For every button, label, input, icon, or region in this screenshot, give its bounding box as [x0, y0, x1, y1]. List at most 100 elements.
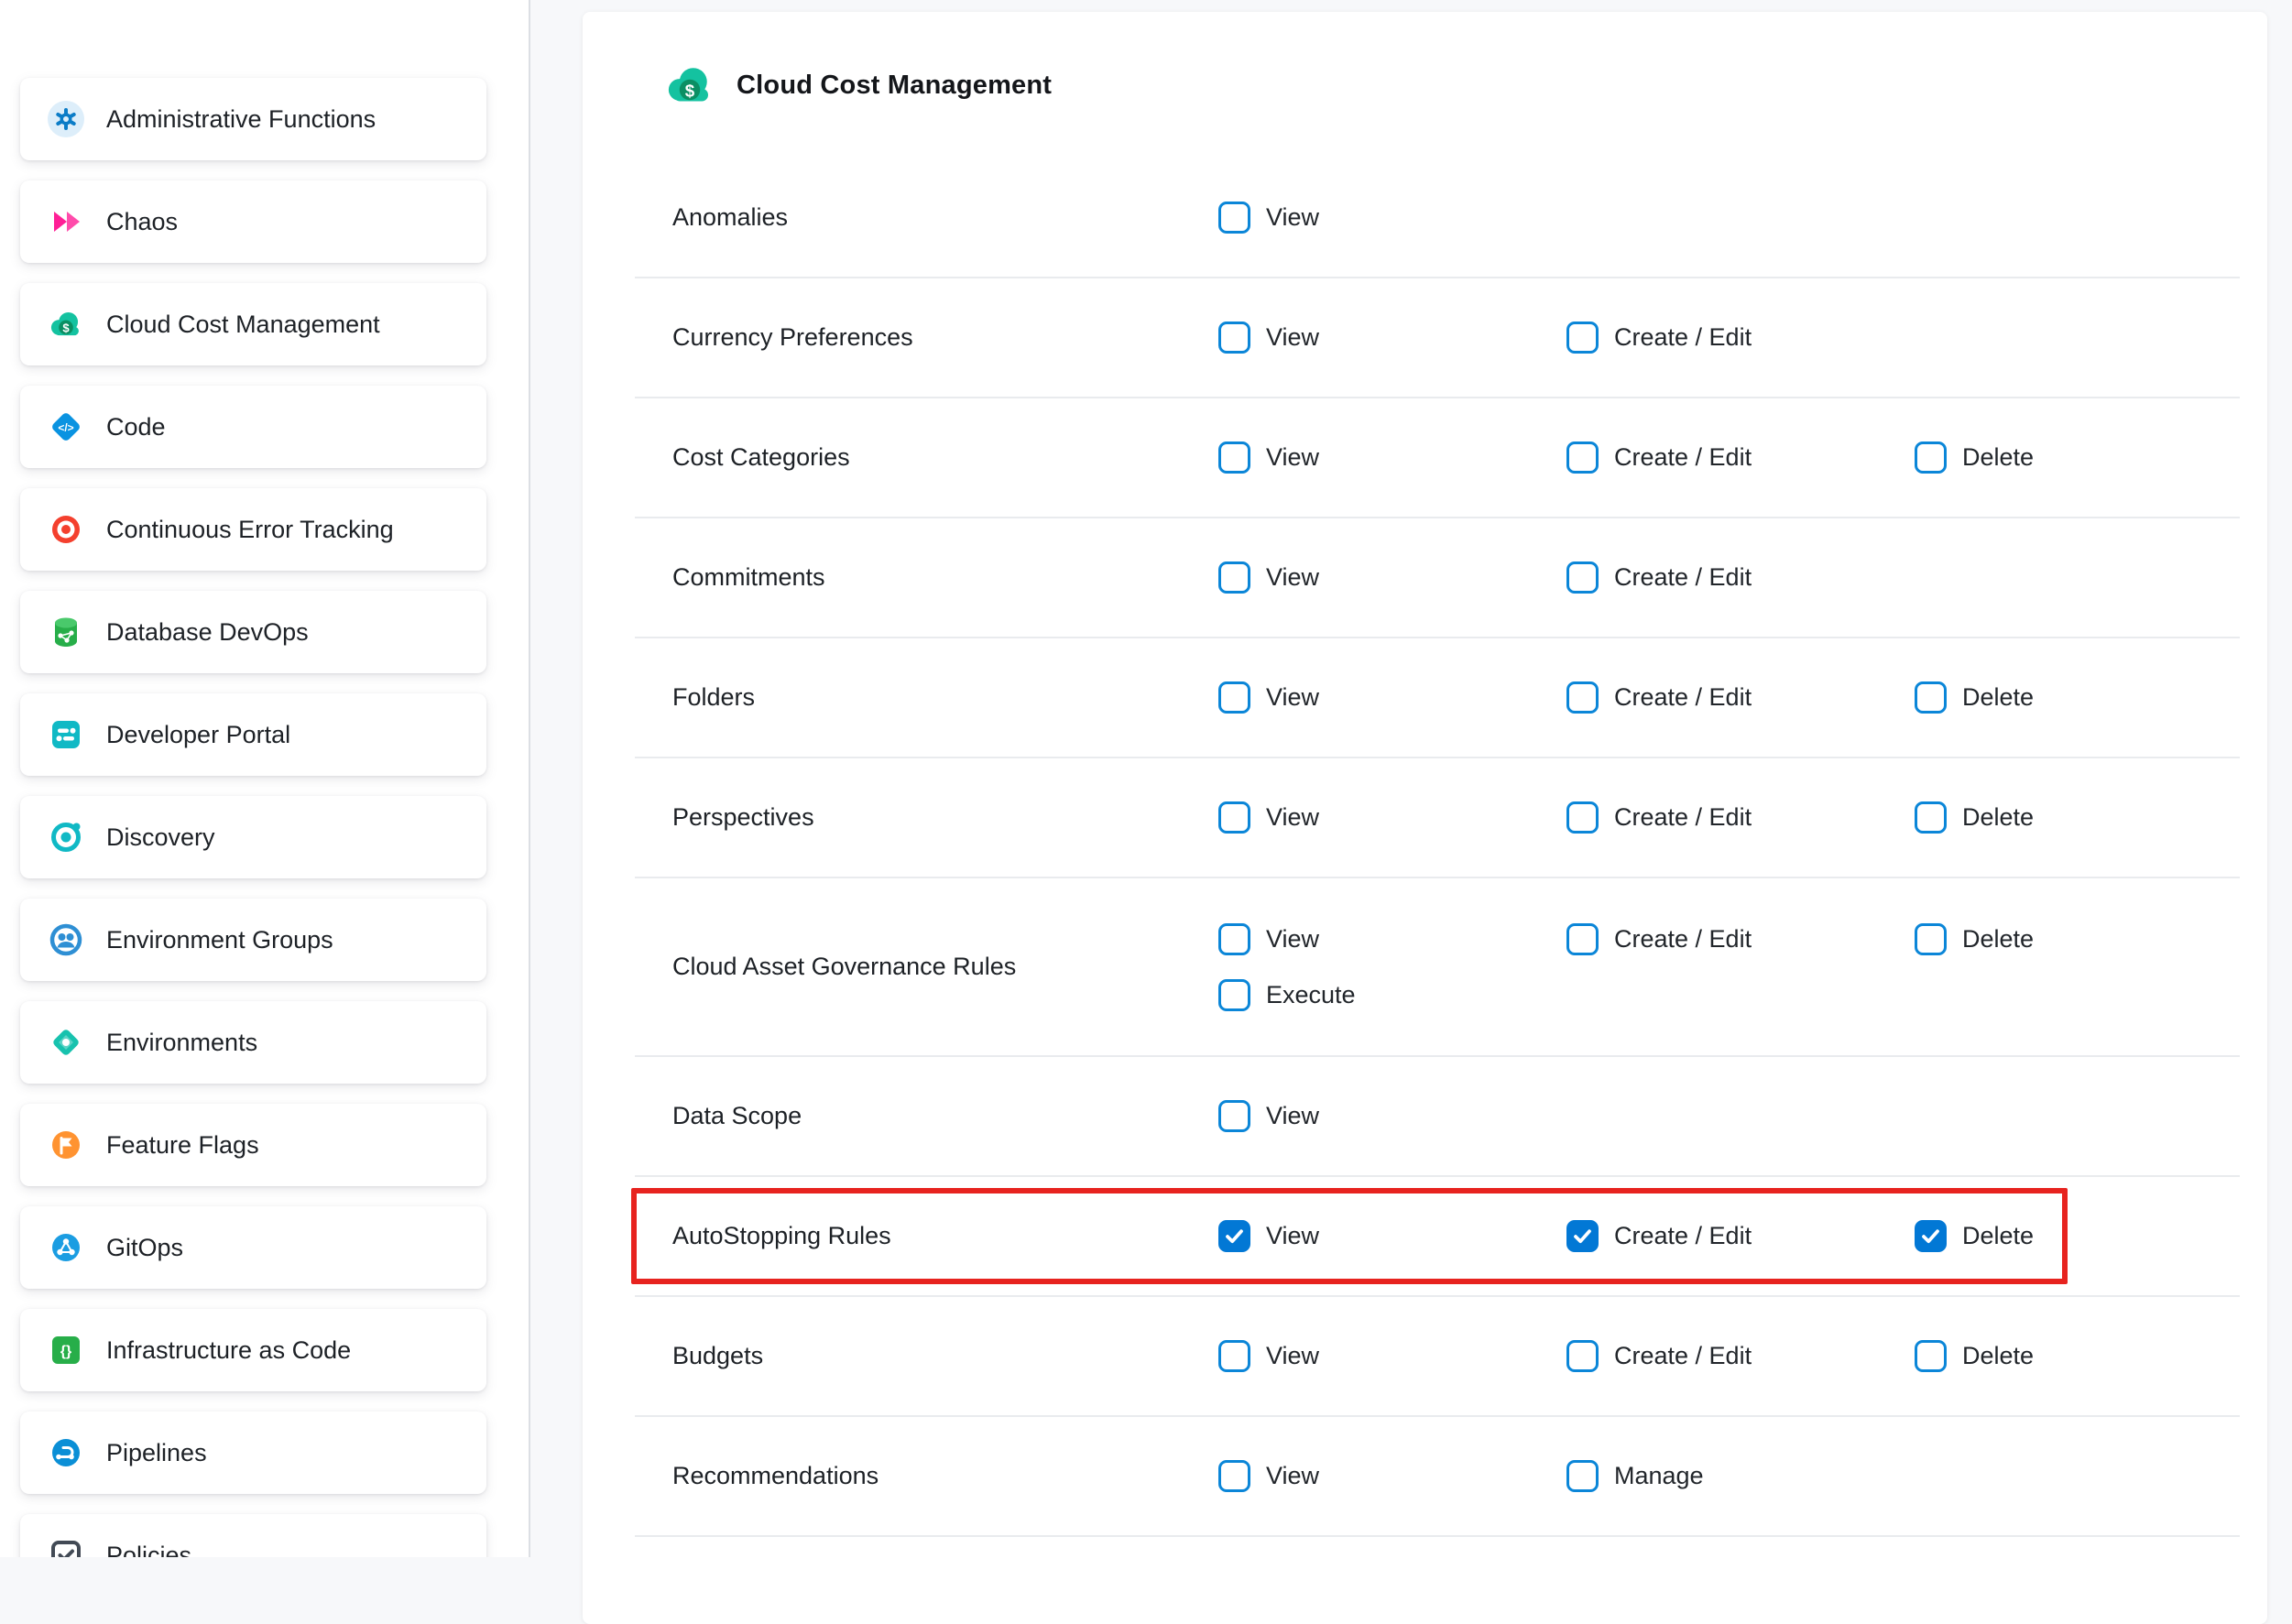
- permission-budgets-create-edit[interactable]: Create / Edit: [1566, 1340, 1915, 1372]
- unchecked-checkbox[interactable]: [1915, 923, 1947, 955]
- permission-row-data-scope: Data ScopeView: [635, 1057, 2240, 1177]
- permission-data-scope-view[interactable]: View: [1218, 1100, 1319, 1132]
- sidebar-item-discovery[interactable]: Discovery: [20, 796, 486, 878]
- unchecked-checkbox[interactable]: [1218, 979, 1250, 1011]
- unchecked-checkbox[interactable]: [1566, 801, 1599, 834]
- permission-currency-preferences-view[interactable]: View: [1218, 322, 1566, 354]
- sidebar-item-database-devops[interactable]: Database DevOps: [20, 591, 486, 673]
- sidebar-item-policies[interactable]: Policies: [20, 1514, 486, 1557]
- permission-autostopping-rules-delete[interactable]: Delete: [1915, 1220, 2034, 1252]
- unchecked-checkbox[interactable]: [1566, 923, 1599, 955]
- permission-commitments-view[interactable]: View: [1218, 561, 1566, 594]
- sidebar-item-feature-flags[interactable]: Feature Flags: [20, 1104, 486, 1186]
- checked-checkbox[interactable]: [1218, 1220, 1250, 1252]
- permission-autostopping-rules-create-edit[interactable]: Create / Edit: [1566, 1220, 1915, 1252]
- unchecked-checkbox[interactable]: [1218, 681, 1250, 714]
- checked-checkbox[interactable]: [1915, 1220, 1947, 1252]
- checkbox-label: View: [1266, 1222, 1319, 1250]
- permission-recommendations-view[interactable]: View: [1218, 1460, 1566, 1492]
- permission-options: ViewCreate / EditDelete: [1218, 801, 2034, 834]
- svg-text:$: $: [685, 81, 695, 100]
- checkbox-label: View: [1266, 323, 1319, 352]
- checkbox-label: Create / Edit: [1614, 1342, 1752, 1370]
- permission-line: View: [1218, 202, 1319, 234]
- unchecked-checkbox[interactable]: [1218, 1100, 1250, 1132]
- unchecked-checkbox[interactable]: [1915, 801, 1947, 834]
- permission-cloud-asset-governance-rules-view[interactable]: View: [1218, 923, 1566, 955]
- permission-options: View: [1218, 202, 1319, 234]
- sidebar-item-label: Continuous Error Tracking: [106, 516, 394, 544]
- sidebar-item-administrative-functions[interactable]: Administrative Functions: [20, 78, 486, 160]
- permission-recommendations-manage[interactable]: Manage: [1566, 1460, 1704, 1492]
- content-area: $ Cloud Cost Management AnomaliesViewCur…: [530, 0, 2292, 1557]
- permission-perspectives-create-edit[interactable]: Create / Edit: [1566, 801, 1915, 834]
- cloud-dollar-icon: $: [48, 306, 84, 343]
- unchecked-checkbox[interactable]: [1218, 561, 1250, 594]
- permission-folders-delete[interactable]: Delete: [1915, 681, 2034, 714]
- unchecked-checkbox[interactable]: [1218, 322, 1250, 354]
- gitops-icon: [48, 1229, 84, 1266]
- permission-row-folders: FoldersViewCreate / Edit Delete: [635, 638, 2240, 758]
- checked-checkbox[interactable]: [1566, 1220, 1599, 1252]
- permission-budgets-delete[interactable]: Delete: [1915, 1340, 2034, 1372]
- resource-label: Folders: [672, 683, 1218, 712]
- permission-perspectives-view[interactable]: View: [1218, 801, 1566, 834]
- unchecked-checkbox[interactable]: [1566, 561, 1599, 594]
- permission-cloud-asset-governance-rules-execute[interactable]: Execute: [1218, 979, 1356, 1011]
- sidebar-item-cloud-cost-management[interactable]: $Cloud Cost Management: [20, 283, 486, 365]
- permission-budgets-view[interactable]: View: [1218, 1340, 1566, 1372]
- resource-label: Anomalies: [672, 203, 1218, 232]
- permission-options: ViewCreate / Edit Delete: [1218, 681, 2034, 714]
- sidebar-item-continuous-error-tracking[interactable]: Continuous Error Tracking: [20, 488, 486, 571]
- permission-row-cloud-asset-governance-rules: Cloud Asset Governance RulesViewCreate /…: [635, 878, 2240, 1057]
- resource-label: Cost Categories: [672, 443, 1218, 472]
- sidebar-item-gitops[interactable]: GitOps: [20, 1206, 486, 1289]
- sidebar-item-infrastructure-as-code[interactable]: {} Infrastructure as Code: [20, 1309, 486, 1391]
- unchecked-checkbox[interactable]: [1218, 1340, 1250, 1372]
- panel-header: $ Cloud Cost Management: [583, 12, 2267, 158]
- permission-cost-categories-view[interactable]: View: [1218, 441, 1566, 474]
- permission-options: View Create / Edit Delete: [1218, 1340, 2034, 1372]
- unchecked-checkbox[interactable]: [1915, 1340, 1947, 1372]
- policy-check-icon: [48, 1537, 84, 1557]
- permission-perspectives-delete[interactable]: Delete: [1915, 801, 2034, 834]
- unchecked-checkbox[interactable]: [1566, 1340, 1599, 1372]
- permission-cloud-asset-governance-rules-create-edit[interactable]: Create / Edit: [1566, 923, 1915, 955]
- sidebar-item-developer-portal[interactable]: Developer Portal: [20, 693, 486, 776]
- sidebar-item-label: Feature Flags: [106, 1131, 259, 1160]
- sidebar-item-environments[interactable]: Environments: [20, 1001, 486, 1084]
- unchecked-checkbox[interactable]: [1218, 441, 1250, 474]
- resource-label: Budgets: [672, 1342, 1218, 1370]
- unchecked-checkbox[interactable]: [1218, 202, 1250, 234]
- unchecked-checkbox[interactable]: [1566, 322, 1599, 354]
- unchecked-checkbox[interactable]: [1566, 1460, 1599, 1492]
- permission-folders-view[interactable]: View: [1218, 681, 1566, 714]
- sidebar-item-label: GitOps: [106, 1234, 183, 1262]
- sidebar-item-chaos[interactable]: Chaos: [20, 180, 486, 263]
- checkbox-label: Delete: [1962, 683, 2034, 712]
- unchecked-checkbox[interactable]: [1915, 681, 1947, 714]
- permission-commitments-create-edit[interactable]: Create / Edit: [1566, 561, 1752, 594]
- unchecked-checkbox[interactable]: [1566, 681, 1599, 714]
- sidebar-item-pipelines[interactable]: Pipelines: [20, 1411, 486, 1494]
- permission-options: ViewCreate / EditDelete Execute: [1218, 923, 2034, 1011]
- permission-line: ViewCreate / Edit Delete: [1218, 441, 2034, 474]
- permission-cost-categories-create-edit[interactable]: Create / Edit: [1566, 441, 1915, 474]
- unchecked-checkbox[interactable]: [1218, 1460, 1250, 1492]
- permission-folders-create-edit[interactable]: Create / Edit: [1566, 681, 1915, 714]
- unchecked-checkbox[interactable]: [1915, 441, 1947, 474]
- permission-cloud-asset-governance-rules-delete[interactable]: Delete: [1915, 923, 2034, 955]
- unchecked-checkbox[interactable]: [1218, 923, 1250, 955]
- permission-cost-categories-delete[interactable]: Delete: [1915, 441, 2034, 474]
- unchecked-checkbox[interactable]: [1218, 801, 1250, 834]
- permission-anomalies-view[interactable]: View: [1218, 202, 1319, 234]
- checkbox-label: Delete: [1962, 443, 2034, 472]
- permission-autostopping-rules-view[interactable]: View: [1218, 1220, 1566, 1252]
- svg-text:{}: {}: [60, 1344, 71, 1359]
- sidebar-item-label: Infrastructure as Code: [106, 1336, 351, 1365]
- sidebar-item-environment-groups[interactable]: Environment Groups: [20, 899, 486, 981]
- sidebar-item-code[interactable]: </>Code: [20, 386, 486, 468]
- unchecked-checkbox[interactable]: [1566, 441, 1599, 474]
- permission-line: ViewManage: [1218, 1460, 1704, 1492]
- permission-currency-preferences-create-edit[interactable]: Create / Edit: [1566, 322, 1752, 354]
